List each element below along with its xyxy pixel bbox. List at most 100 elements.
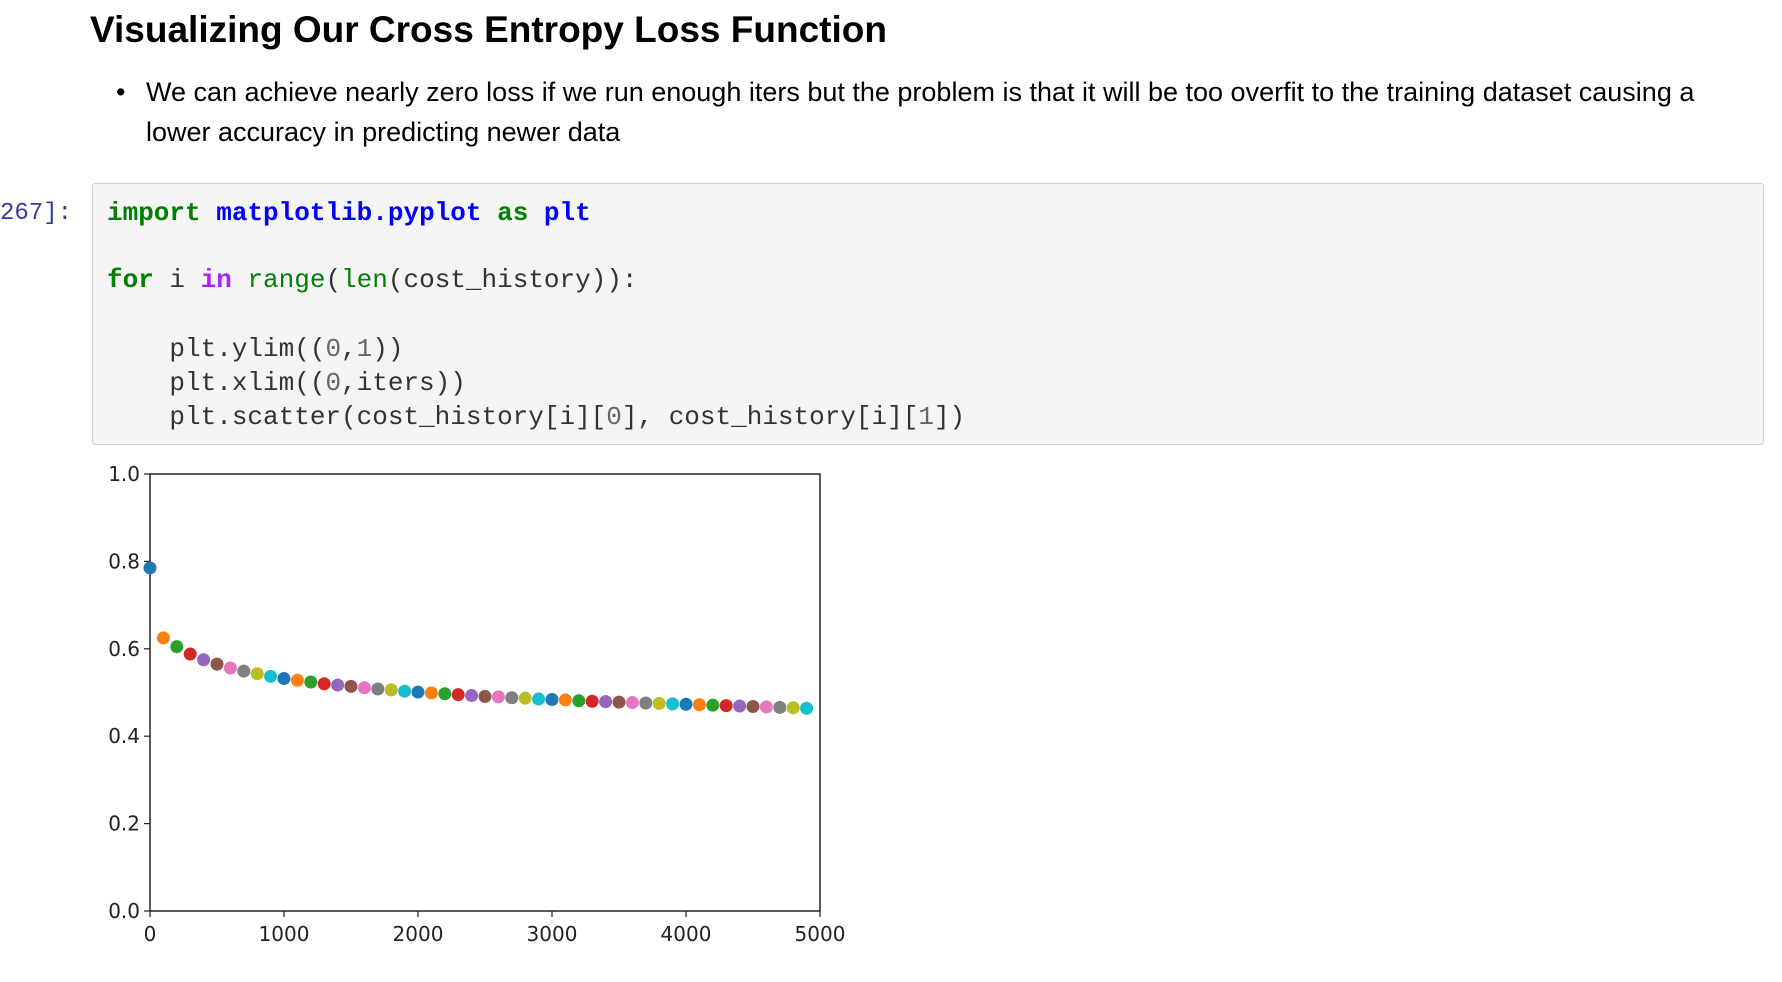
scatter-point xyxy=(545,692,559,706)
scatter-point xyxy=(438,687,452,701)
x-tick-label: 1000 xyxy=(259,922,310,946)
scatter-point xyxy=(612,695,626,709)
code-token: ], cost_history[i][ xyxy=(621,402,919,432)
scatter-point xyxy=(424,686,438,700)
scatter-point xyxy=(411,685,425,699)
scatter-point xyxy=(357,681,371,695)
y-tick-label: 1.0 xyxy=(108,462,140,486)
x-tick-label: 4000 xyxy=(661,922,712,946)
x-tick-label: 5000 xyxy=(795,922,846,946)
bullet-dot: • xyxy=(116,77,126,107)
code-token: )) xyxy=(372,334,404,364)
y-tick-label: 0.2 xyxy=(108,812,140,836)
code-line: plt.ylim((0,1)) xyxy=(107,332,403,366)
x-tick-label: 0 xyxy=(144,922,157,946)
scatter-point xyxy=(518,691,532,705)
code-token: for xyxy=(107,265,154,295)
scatter-point xyxy=(183,647,197,661)
scatter-point xyxy=(733,699,747,713)
scatter-point xyxy=(277,672,291,686)
scatter-point xyxy=(558,693,572,707)
scatter-point xyxy=(679,697,693,711)
y-tick-label: 0.0 xyxy=(108,899,140,923)
section-heading: Visualizing Our Cross Entropy Loss Funct… xyxy=(90,9,887,50)
code-token: 0 xyxy=(325,368,342,398)
scatter-point xyxy=(491,690,505,704)
scatter-point xyxy=(759,700,773,714)
bullet-item: • We can achieve nearly zero loss if we … xyxy=(116,72,1706,152)
scatter-point xyxy=(666,697,680,711)
code-token: plt.scatter(cost_history[i][ xyxy=(107,402,607,432)
code-line: plt.scatter(cost_history[i][0], cost_his… xyxy=(107,400,965,434)
code-token: len xyxy=(341,265,388,295)
y-tick-label: 0.4 xyxy=(108,724,140,748)
code-token: ]) xyxy=(933,402,966,432)
scatter-point xyxy=(290,673,304,687)
scatter-chart: 0 1000 2000 3000 4000 5000 0.0 0.2 0.4 0.6 0.8 1.0 xyxy=(90,460,870,960)
scatter-point xyxy=(465,689,479,703)
code-token: as xyxy=(497,198,529,228)
code-token: 1 xyxy=(918,402,934,432)
scatter-point xyxy=(692,698,706,712)
code-token: matplotlib.pyplot xyxy=(216,198,482,228)
code-line: for i in range(len(cost_history)): xyxy=(107,263,638,297)
scatter-point xyxy=(371,682,385,696)
scatter-point xyxy=(451,688,465,702)
code-line: plt.xlim((0,iters)) xyxy=(107,366,466,400)
scatter-point xyxy=(210,657,224,671)
scatter-point xyxy=(719,699,733,713)
bullet-list: • We can achieve nearly zero loss if we … xyxy=(116,72,1706,152)
scatter-point xyxy=(572,694,586,708)
code-token: import xyxy=(107,198,201,228)
notebook-page: Visualizing Our Cross Entropy Loss Funct… xyxy=(0,0,1782,982)
scatter-point xyxy=(599,695,613,709)
scatter-point xyxy=(532,692,546,706)
code-token: ( xyxy=(325,265,342,295)
scatter-point xyxy=(331,678,345,692)
scatter-point xyxy=(237,664,251,678)
code-token: 0 xyxy=(606,402,622,432)
code-cell-editor[interactable]: import matplotlib.pyplot as plt for i in … xyxy=(92,183,1764,445)
scatter-point xyxy=(398,684,412,698)
scatter-point xyxy=(197,653,211,667)
code-token: plt.ylim(( xyxy=(107,334,326,364)
x-tick-label: 3000 xyxy=(527,922,578,946)
scatter-point xyxy=(170,640,184,654)
x-tick-label: 2000 xyxy=(393,922,444,946)
code-token: , xyxy=(341,334,357,364)
scatter-point xyxy=(250,667,264,681)
scatter-point xyxy=(746,699,760,713)
scatter-point xyxy=(384,683,398,697)
scatter-point xyxy=(264,669,278,683)
scatter-point xyxy=(639,696,653,710)
scatter-point xyxy=(223,661,237,675)
code-token: i xyxy=(153,265,201,295)
code-line: import matplotlib.pyplot as plt xyxy=(107,196,591,230)
scatter-point xyxy=(706,698,720,712)
scatter-point xyxy=(800,701,814,715)
scatter-point xyxy=(478,689,492,703)
scatter-point xyxy=(156,631,170,645)
code-token: (cost_history)): xyxy=(387,265,638,295)
y-tick-label: 0.6 xyxy=(108,637,140,661)
scatter-point xyxy=(505,691,519,705)
scatter-point xyxy=(344,679,358,693)
scatter-point xyxy=(786,701,800,715)
code-token: 0 xyxy=(325,334,342,364)
scatter-point xyxy=(652,696,666,710)
scatter-point xyxy=(304,675,318,689)
y-tick-label: 0.8 xyxy=(108,549,140,573)
scatter-point xyxy=(143,561,157,575)
scatter-point xyxy=(773,700,787,714)
code-token: ,iters)) xyxy=(341,368,466,398)
bullet-text: We can achieve nearly zero loss if we ru… xyxy=(146,77,1695,147)
code-token: 1 xyxy=(356,334,373,364)
code-token: in xyxy=(200,265,232,295)
scatter-point xyxy=(585,694,599,708)
scatter-point xyxy=(317,677,331,691)
chart-svg: 0 1000 2000 3000 4000 5000 0.0 0.2 0.4 0.6 0.8 1.0 xyxy=(108,462,846,946)
